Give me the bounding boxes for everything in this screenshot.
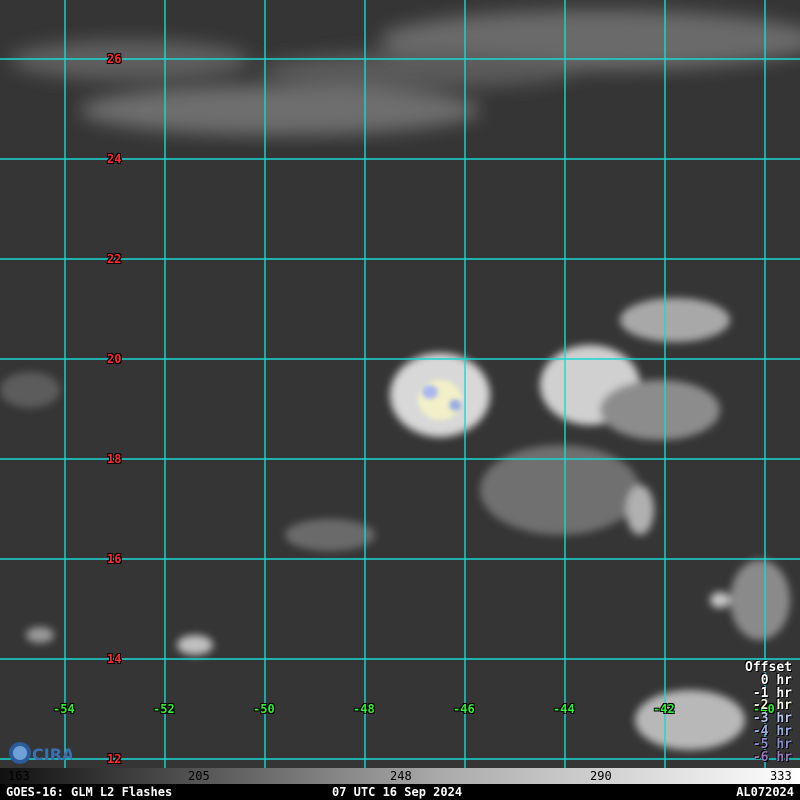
longitude-label: -52 [153, 702, 175, 716]
satellite-map: 26 24 22 20 18 16 14 12 -54 -52 -50 -48 -46 -44 -42 -4… [0, 0, 800, 800]
longitude-label: -46 [453, 702, 475, 716]
lightning-flash-points [418, 380, 462, 420]
timestamp: 07 UTC 16 Sep 2024 [332, 785, 463, 799]
longitude-label: -42 [653, 702, 675, 716]
longitude-label: -54 [53, 702, 75, 716]
footer-bar: GOES-16: GLM L2 Flashes 07 UTC 16 Sep 20… [0, 784, 800, 800]
longitude-label: -50 [253, 702, 275, 716]
latitude-label: 26 [107, 52, 122, 66]
latitude-label: 12 [107, 752, 122, 766]
latitude-label: 22 [107, 252, 122, 266]
colorbar-tick: 248 [390, 769, 412, 783]
longitude-label: -48 [353, 702, 375, 716]
latitude-label: 18 [107, 452, 122, 466]
colorbar-tick: 205 [188, 769, 210, 783]
legend-item: -6 hr [752, 749, 792, 765]
longitude-label: -44 [553, 702, 575, 716]
latitude-label: 24 [107, 152, 122, 166]
offset-legend: Offset 0 hr -1 hr -2 hr -3 hr -4 hr -5 hr -6 h… [745, 661, 792, 765]
cira-logo-icon: CIRA [9, 742, 72, 764]
colorbar-tick: 290 [590, 769, 612, 783]
product-name: GOES-16: GLM L2 Flashes [6, 785, 173, 799]
svg-text:CIRA: CIRA [32, 745, 72, 764]
latitude-label: 20 [107, 352, 122, 366]
storm-id: AL072024 [736, 785, 794, 799]
latitude-label: 16 [107, 552, 122, 566]
colorbar-tick: 163 [8, 769, 30, 783]
colorbar-tick: 333 [770, 769, 792, 783]
latitude-label: 14 [107, 652, 122, 666]
